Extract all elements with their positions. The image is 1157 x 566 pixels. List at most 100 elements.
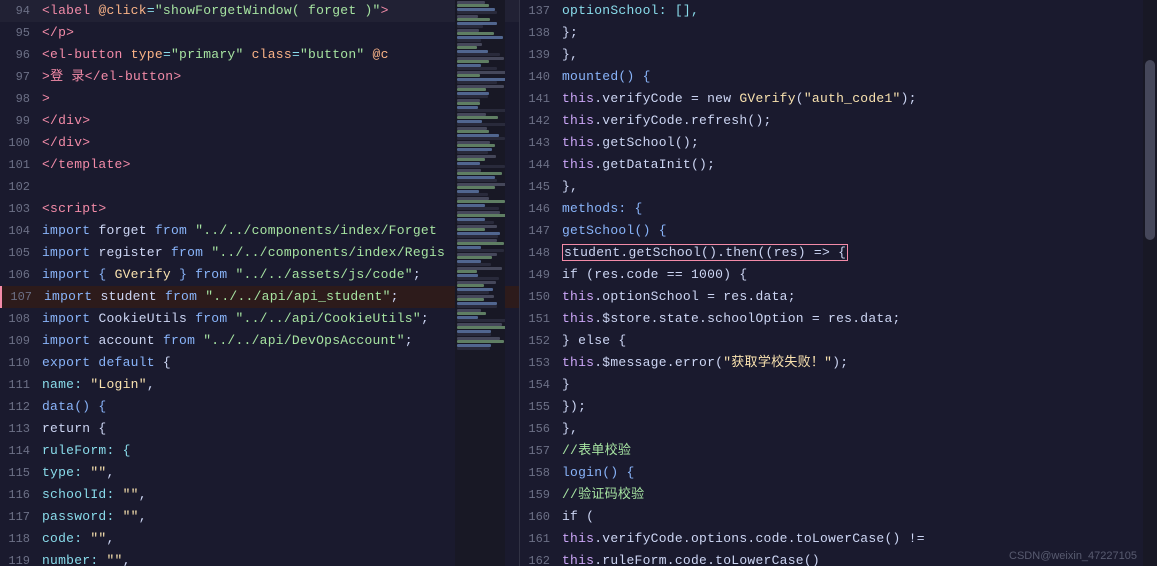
line-content: import account from "../../api/DevOpsAcc… [42, 330, 511, 352]
line-content: } [562, 374, 1149, 396]
line-number: 160 [520, 506, 562, 528]
line-number: 143 [520, 132, 562, 154]
line-number: 96 [0, 44, 42, 66]
line-content: </div> [42, 132, 511, 154]
left-code-view[interactable]: 94 <label @click="showForgetWindow( forg… [0, 0, 519, 566]
line-content: this.verifyCode.options.code.toLowerCase… [562, 528, 1149, 550]
line-content: this.getSchool(); [562, 132, 1149, 154]
table-row: 99 </div> [0, 110, 519, 132]
table-row: 159 //验证码校验 [520, 484, 1157, 506]
table-row: 96 <el-button type="primary" class="butt… [0, 44, 519, 66]
line-number: 115 [0, 462, 42, 484]
table-row: 144 this.getDataInit(); [520, 154, 1157, 176]
line-content: <el-button type="primary" class="button"… [42, 44, 511, 66]
line-content: > [42, 88, 511, 110]
line-content: }); [562, 396, 1149, 418]
line-content: //表单校验 [562, 440, 1149, 462]
right-pane: 137 optionSchool: [],138 };139 },140 mou… [520, 0, 1157, 566]
table-row: 137 optionSchool: [], [520, 0, 1157, 22]
line-number: 151 [520, 308, 562, 330]
line-content: methods: { [562, 198, 1149, 220]
line-number: 112 [0, 396, 42, 418]
table-row: 118 code: "", [0, 528, 519, 550]
line-number: 152 [520, 330, 562, 352]
table-row: 103<script> [0, 198, 519, 220]
line-number: 158 [520, 462, 562, 484]
table-row: 149 if (res.code == 1000) { [520, 264, 1157, 286]
table-row: 151 this.$store.state.schoolOption = res… [520, 308, 1157, 330]
table-row: 112 data() { [0, 396, 519, 418]
line-content: //验证码校验 [562, 484, 1149, 506]
line-number: 110 [0, 352, 42, 374]
line-content: import student from "../../api/api_stude… [44, 286, 511, 308]
line-number: 103 [0, 198, 42, 220]
line-content: code: "", [42, 528, 511, 550]
table-row: 161 this.verifyCode.options.code.toLower… [520, 528, 1157, 550]
line-content: this.$message.error("获取学校失败！"); [562, 352, 1149, 374]
line-content: </div> [42, 110, 511, 132]
editor-container: 94 <label @click="showForgetWindow( forg… [0, 0, 1157, 566]
line-content: login() { [562, 462, 1149, 484]
table-row: 150 this.optionSchool = res.data; [520, 286, 1157, 308]
line-content: import { GVerify } from "../../assets/js… [42, 264, 511, 286]
line-number: 141 [520, 88, 562, 110]
line-content: import register from "../../components/i… [42, 242, 511, 264]
line-content: <label @click="showForgetWindow( forget … [42, 0, 511, 22]
line-content: optionSchool: [], [562, 0, 1149, 22]
line-number: 156 [520, 418, 562, 440]
line-content: >登 录</el-button> [42, 66, 511, 88]
line-content: this.$store.state.schoolOption = res.dat… [562, 308, 1149, 330]
line-number: 157 [520, 440, 562, 462]
table-row: 107import student from "../../api/api_st… [0, 286, 519, 308]
line-content: return { [42, 418, 511, 440]
line-content: schoolId: "", [42, 484, 511, 506]
table-row: 146 methods: { [520, 198, 1157, 220]
line-content: this.verifyCode.refresh(); [562, 110, 1149, 132]
line-number: 144 [520, 154, 562, 176]
table-row: 160 if ( [520, 506, 1157, 528]
scrollbar[interactable] [1143, 0, 1157, 566]
line-number: 146 [520, 198, 562, 220]
table-row: 138 }; [520, 22, 1157, 44]
right-code-view[interactable]: 137 optionSchool: [],138 };139 },140 mou… [520, 0, 1157, 566]
line-number: 147 [520, 220, 562, 242]
highlighted-expression: student.getSchool().then((res) => { [562, 244, 848, 261]
line-content: type: "", [42, 462, 511, 484]
line-content: import forget from "../../components/ind… [42, 220, 511, 242]
table-row: 111 name: "Login", [0, 374, 519, 396]
line-number: 139 [520, 44, 562, 66]
line-number: 108 [0, 308, 42, 330]
line-number: 153 [520, 352, 562, 374]
table-row: 158 login() { [520, 462, 1157, 484]
line-number: 106 [0, 264, 42, 286]
left-minimap [455, 0, 505, 566]
table-row: 98 > [0, 88, 519, 110]
line-number: 116 [0, 484, 42, 506]
line-number: 111 [0, 374, 42, 396]
table-row: 141 this.verifyCode = new GVerify("auth_… [520, 88, 1157, 110]
line-number: 99 [0, 110, 42, 132]
table-row: 101</template> [0, 154, 519, 176]
table-row: 157 //表单校验 [520, 440, 1157, 462]
line-content: data() { [42, 396, 511, 418]
table-row: 100 </div> [0, 132, 519, 154]
line-content: password: "", [42, 506, 511, 528]
line-number: 101 [0, 154, 42, 176]
table-row: 139 }, [520, 44, 1157, 66]
line-content: this.optionSchool = res.data; [562, 286, 1149, 308]
line-number: 162 [520, 550, 562, 566]
line-content: name: "Login", [42, 374, 511, 396]
line-content: this.verifyCode = new GVerify("auth_code… [562, 88, 1149, 110]
table-row: 115 type: "", [0, 462, 519, 484]
table-row: 119 number: "", [0, 550, 519, 566]
table-row: 109import account from "../../api/DevOps… [0, 330, 519, 352]
table-row: 104import forget from "../../components/… [0, 220, 519, 242]
line-content: number: "", [42, 550, 511, 566]
line-number: 140 [520, 66, 562, 88]
line-content: export default { [42, 352, 511, 374]
table-row: 94 <label @click="showForgetWindow( forg… [0, 0, 519, 22]
scrollbar-thumb[interactable] [1145, 60, 1155, 240]
line-number: 161 [520, 528, 562, 550]
table-row: 116 schoolId: "", [0, 484, 519, 506]
table-row: 110export default { [0, 352, 519, 374]
